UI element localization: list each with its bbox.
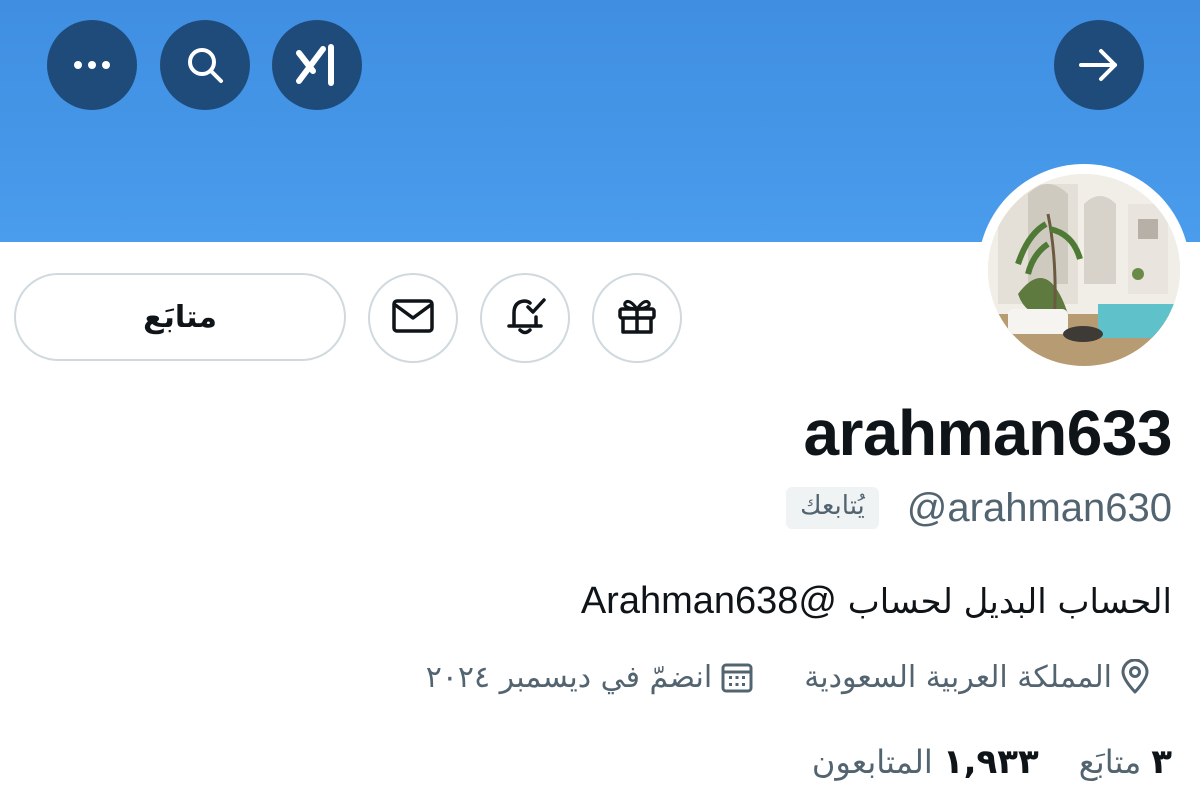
join-date-text: انضمّ في ديسمبر ٢٠٢٤ bbox=[425, 659, 713, 695]
search-icon bbox=[183, 43, 227, 87]
location-pin-icon bbox=[1120, 659, 1150, 695]
following-count: ٣ bbox=[1151, 742, 1172, 782]
bio-text: الحساب البديل لحساب bbox=[836, 582, 1172, 622]
bell-check-icon bbox=[502, 293, 548, 343]
back-button[interactable] bbox=[1054, 20, 1144, 110]
gift-button[interactable] bbox=[592, 273, 682, 363]
follow-stats: ٣ متابَع ١,٩٣٣ المتابعون bbox=[812, 735, 1172, 789]
location: المملكة العربية السعودية bbox=[804, 659, 1150, 695]
following-button-label: متابَع bbox=[143, 299, 217, 335]
grok-button[interactable] bbox=[272, 20, 362, 110]
join-date: انضمّ في ديسمبر ٢٠٢٤ bbox=[426, 660, 755, 695]
handle-row: @arahman630 يُتابعك bbox=[786, 480, 1172, 536]
message-button[interactable] bbox=[368, 273, 458, 363]
followers-count: ١,٩٣٣ bbox=[942, 742, 1039, 782]
calendar-icon bbox=[720, 660, 754, 694]
more-button[interactable] bbox=[47, 20, 137, 110]
grok-icon bbox=[293, 41, 341, 89]
following-label: متابَع bbox=[1078, 743, 1142, 781]
bio: الحساب البديل لحساب @Arahman638 bbox=[581, 580, 1172, 623]
user-handle: @arahman630 bbox=[906, 485, 1172, 530]
search-button[interactable] bbox=[160, 20, 250, 110]
display-name: arahman633 bbox=[803, 397, 1172, 469]
following-stat[interactable]: ٣ متابَع bbox=[1079, 742, 1172, 782]
notifications-button[interactable] bbox=[480, 273, 570, 363]
gift-icon bbox=[615, 294, 659, 342]
avatar[interactable] bbox=[978, 164, 1190, 376]
followers-stat[interactable]: ١,٩٣٣ المتابعون bbox=[812, 742, 1039, 782]
more-icon bbox=[72, 60, 112, 70]
envelope-icon bbox=[391, 298, 435, 338]
arrow-right-icon bbox=[1077, 45, 1121, 85]
following-button[interactable]: متابَع bbox=[14, 273, 346, 361]
location-text: المملكة العربية السعودية bbox=[804, 659, 1112, 695]
followers-label: المتابعون bbox=[811, 743, 933, 781]
profile-meta: المملكة العربية السعودية انضمّ في ديسمبر… bbox=[426, 652, 1150, 702]
bio-mention-link[interactable]: @Arahman638 bbox=[581, 580, 837, 622]
follows-you-badge: يُتابعك bbox=[786, 487, 879, 529]
